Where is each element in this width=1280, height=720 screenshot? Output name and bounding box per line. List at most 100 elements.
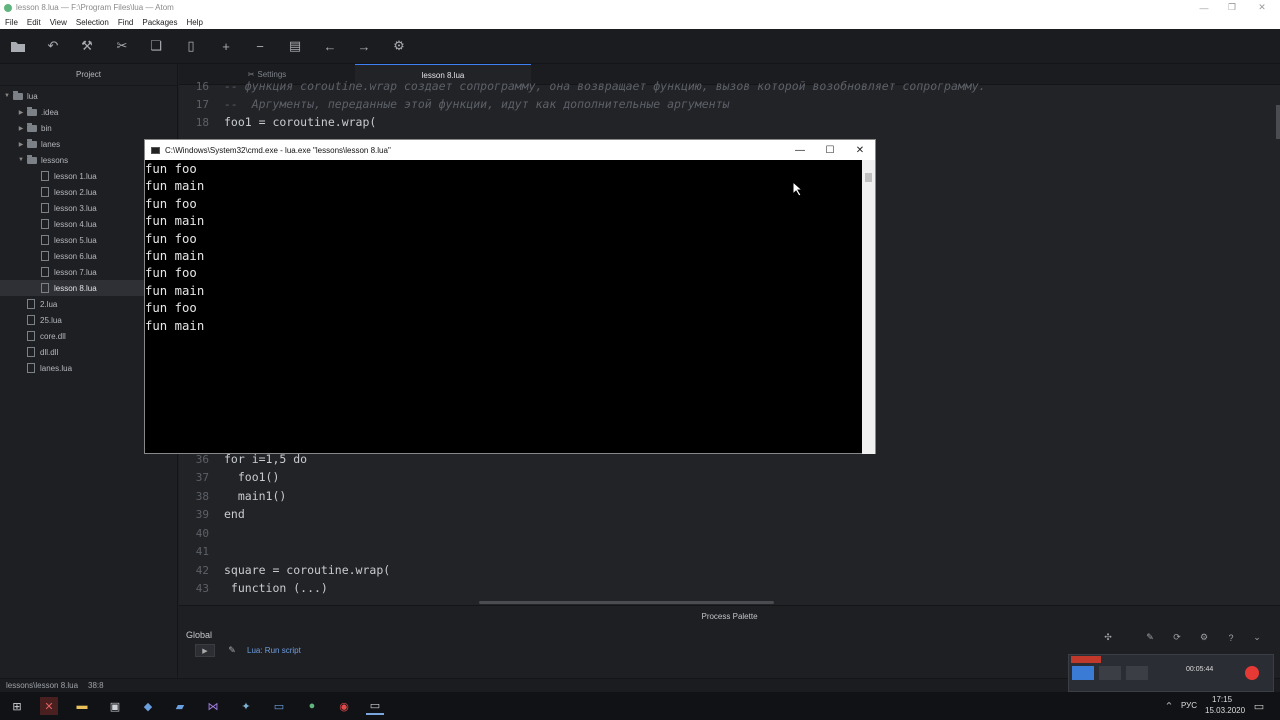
recorder-widget: 00:05:44 (1068, 654, 1274, 692)
visual-studio-icon[interactable]: ⋈ (204, 697, 222, 715)
palette-command[interactable]: Lua: Run script (247, 646, 301, 655)
run-button[interactable]: ▶ (195, 644, 215, 657)
edit-icon[interactable]: ✎ (1141, 631, 1159, 644)
gear-icon[interactable]: ⚙ (390, 37, 408, 55)
record-icon[interactable]: ◉ (335, 697, 353, 715)
recording-timer: 00:05:44 (1186, 666, 1214, 673)
copy-icon[interactable]: ❏ (147, 37, 165, 55)
notification-icon[interactable]: ▭ (1250, 697, 1268, 715)
chevron-down-icon[interactable]: ⌄ (1248, 631, 1266, 644)
arrow-right-icon[interactable]: → (355, 37, 373, 55)
line-number: 43 (195, 582, 209, 595)
window-title-bar: lesson 8.lua — F:\Program Files\lua — At… (0, 0, 1280, 15)
undo-icon[interactable]: ↶ (44, 37, 62, 55)
tools-icon: ✂ (247, 70, 255, 79)
app-icon[interactable]: ▰ (171, 697, 189, 715)
tree-item-label: core.dll (40, 331, 66, 341)
chevron-down-icon[interactable]: ▼ (3, 93, 11, 99)
chevron-right-icon[interactable]: ▶ (17, 125, 25, 132)
clock-time[interactable]: 17:15 (1212, 695, 1232, 704)
menu-edit[interactable]: Edit (22, 18, 45, 27)
edit-icon[interactable]: ✎ (223, 644, 241, 657)
tree-header: Project (0, 64, 177, 86)
menu-file[interactable]: File (0, 18, 22, 27)
cmd-scroll-thumb[interactable] (865, 173, 872, 182)
device-icon[interactable] (1126, 666, 1148, 680)
screen-icon[interactable] (1072, 666, 1094, 680)
app-icon[interactable]: ▣ (106, 697, 124, 715)
cmd-title: C:\Windows\System32\cmd.exe - lua.exe "l… (165, 145, 391, 155)
arrow-left-icon[interactable]: ← (321, 37, 339, 55)
hammer-icon[interactable]: ⚒ (78, 37, 96, 55)
app-icon[interactable]: ✦ (237, 697, 255, 715)
file-icon (41, 203, 49, 213)
vertical-scrollbar[interactable] (1276, 105, 1280, 139)
close-button[interactable]: ✕ (1250, 0, 1274, 15)
menu-packages[interactable]: Packages (137, 18, 181, 27)
tree-item-label: lesson 7.lua (54, 267, 97, 277)
explorer-icon[interactable]: ▬ (73, 697, 91, 715)
restore-button[interactable]: ❐ (1220, 0, 1244, 15)
minimize-button[interactable]: — (1192, 0, 1216, 15)
cmd-maximize-button[interactable]: ☐ (815, 140, 845, 160)
windows-start-icon[interactable]: ⊞ (8, 697, 26, 715)
folder-icon[interactable] (9, 37, 27, 55)
cmd-close-button[interactable]: ✕ (845, 140, 875, 160)
menu-bar: File Edit View Selection Find Packages H… (0, 15, 1280, 29)
cmd-window[interactable]: C:\Windows\System32\cmd.exe - lua.exe "l… (144, 139, 876, 454)
mouse-cursor-icon (792, 181, 804, 197)
line-number: 40 (195, 527, 209, 540)
language-indicator[interactable]: РУС (1181, 701, 1197, 710)
code-line[interactable]: -- Аргументы, переданные этой функции, и… (224, 97, 729, 111)
tree-item-label: bin (41, 123, 52, 133)
status-path[interactable]: lessons\lesson 8.lua (6, 681, 78, 690)
code-line[interactable]: square = coroutine.wrap( (224, 563, 390, 577)
app-icon[interactable]: ▭ (270, 697, 288, 715)
status-cursor[interactable]: 38:8 (88, 681, 104, 690)
gamepad-icon[interactable] (1099, 666, 1121, 680)
cmd-scrollbar[interactable] (862, 160, 875, 454)
code-line[interactable]: foo1 = coroutine.wrap( (224, 115, 376, 129)
code-line[interactable]: function (...) (224, 581, 328, 595)
chevron-up-icon[interactable]: ⌃ (1160, 697, 1178, 715)
tools-icon[interactable]: ✂ (113, 37, 131, 55)
menu-find[interactable]: Find (113, 18, 138, 27)
code-line[interactable]: end (224, 507, 245, 521)
refresh-icon[interactable]: ⟳ (1168, 631, 1186, 644)
chevron-right-icon[interactable]: ▶ (17, 109, 25, 116)
stop-record-button[interactable] (1245, 666, 1259, 680)
tree-item-label: lessons (41, 155, 69, 165)
chevron-right-icon[interactable]: ▶ (17, 141, 25, 148)
chevron-down-icon[interactable]: ▼ (17, 157, 25, 163)
code-line[interactable]: foo1() (224, 470, 280, 484)
code-line[interactable]: main1() (224, 489, 286, 503)
tree-folder[interactable]: ▶ bin (0, 120, 178, 136)
gear-icon[interactable]: ⚙ (1195, 631, 1213, 644)
menu-selection[interactable]: Selection (71, 18, 113, 27)
cmd-output: fun foo fun main fun foo fun main fun fo… (145, 162, 205, 333)
cmd-icon[interactable]: ▭ (366, 697, 384, 715)
code-line[interactable]: for i=1,5 do (224, 452, 307, 466)
bookmark-icon[interactable]: ▯ (182, 37, 200, 55)
app-icon[interactable]: ✕ (40, 697, 58, 715)
file-icon[interactable]: ▤ (286, 37, 304, 55)
line-number: 18 (195, 116, 209, 129)
cmd-title-bar: C:\Windows\System32\cmd.exe - lua.exe "l… (145, 140, 875, 160)
pin-icon[interactable]: ✣ (1099, 631, 1117, 644)
tree-folder[interactable]: ▶ .idea (0, 104, 178, 120)
tree-folder[interactable]: ▼ lua (0, 88, 178, 104)
horizontal-scrollbar[interactable] (479, 601, 774, 604)
cmd-minimize-button[interactable]: — (785, 140, 815, 160)
code-line[interactable]: -- функция coroutine.wrap создает сопрог… (224, 79, 986, 93)
tree-item-label: lua (27, 91, 38, 101)
app-icon[interactable]: ◆ (139, 697, 157, 715)
menu-view[interactable]: View (45, 18, 71, 27)
atom-icon[interactable]: ● (303, 697, 321, 715)
help-icon[interactable]: ? (1222, 631, 1240, 644)
tab-label: Settings (257, 70, 287, 79)
minus-icon[interactable]: − (251, 37, 269, 55)
clock-date[interactable]: 15.03.2020 (1205, 706, 1245, 715)
menu-help[interactable]: Help (182, 18, 207, 27)
plus-icon[interactable]: + (217, 37, 235, 55)
line-number: 42 (195, 564, 209, 577)
